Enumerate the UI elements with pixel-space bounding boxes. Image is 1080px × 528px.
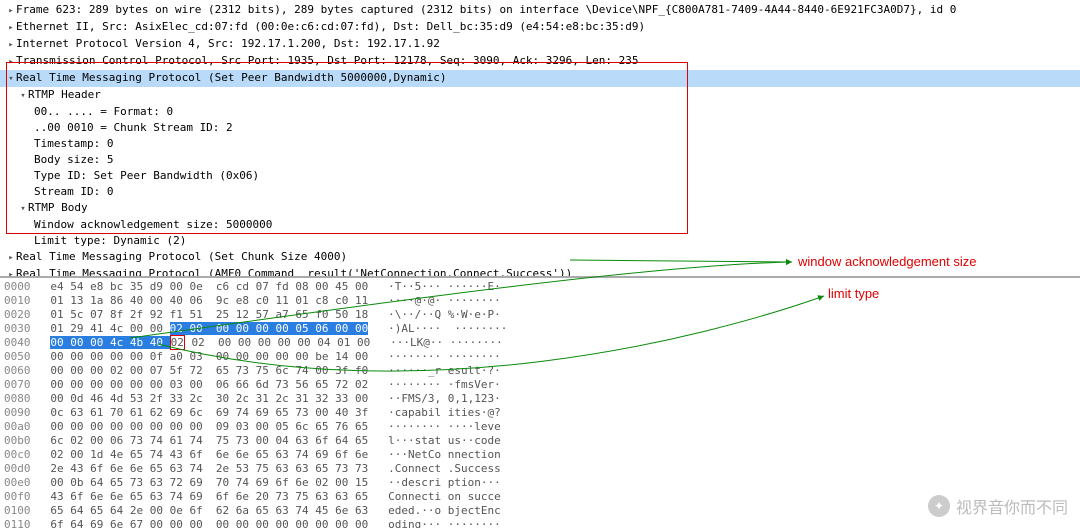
- hex-row[interactable]: 00e0 00 0b 64 65 73 63 72 69 70 74 69 6f…: [4, 476, 1076, 490]
- tree-tcp-text: Transmission Control Protocol, Src Port:…: [16, 54, 639, 67]
- packet-bytes-hex[interactable]: 0000 e4 54 e8 bc 35 d9 00 0e c6 cd 07 fd…: [0, 278, 1080, 528]
- wechat-icon: ✦: [928, 495, 950, 517]
- watermark-text: 视界音你而不同: [956, 494, 1068, 518]
- tree-eth[interactable]: Ethernet II, Src: AsixElec_cd:07:fd (00:…: [0, 19, 1080, 36]
- hex-row[interactable]: 0030 01 29 41 4c 00 00 02 00 00 00 00 00…: [4, 322, 1076, 336]
- annotation-limit-type-label: limit type: [828, 286, 879, 301]
- tree-ip[interactable]: Internet Protocol Version 4, Src: 192.17…: [0, 36, 1080, 53]
- watermark: ✦ 视界音你而不同: [928, 494, 1068, 518]
- tree-chunk-sid[interactable]: ..00 0010 = Chunk Stream ID: 2: [0, 120, 1080, 136]
- hex-row[interactable]: 0000 e4 54 e8 bc 35 d9 00 0e c6 cd 07 fd…: [4, 280, 1076, 294]
- tree-body-size[interactable]: Body size: 5: [0, 152, 1080, 168]
- tree-format[interactable]: 00.. .... = Format: 0: [0, 104, 1080, 120]
- tree-rtmp-peer-bandwidth[interactable]: Real Time Messaging Protocol (Set Peer B…: [0, 70, 1080, 87]
- tree-frame[interactable]: Frame 623: 289 bytes on wire (2312 bits)…: [0, 2, 1080, 19]
- hex-row[interactable]: 0100 65 64 65 64 2e 00 0e 6f 62 6a 65 63…: [4, 504, 1076, 518]
- packet-details-tree[interactable]: Frame 623: 289 bytes on wire (2312 bits)…: [0, 0, 1080, 278]
- tree-timestamp[interactable]: Timestamp: 0: [0, 136, 1080, 152]
- hex-row[interactable]: 00f0 43 6f 6e 6e 65 63 74 69 6f 6e 20 73…: [4, 490, 1076, 504]
- hex-row[interactable]: 00b0 6c 02 00 06 73 74 61 74 75 73 00 04…: [4, 434, 1076, 448]
- hex-row[interactable]: 0090 0c 63 61 70 61 62 69 6c 69 74 69 65…: [4, 406, 1076, 420]
- tree-eth-text: Ethernet II, Src: AsixElec_cd:07:fd (00:…: [16, 20, 645, 33]
- tree-ip-text: Internet Protocol Version 4, Src: 192.17…: [16, 37, 440, 50]
- tree-type-id[interactable]: Type ID: Set Peer Bandwidth (0x06): [0, 168, 1080, 184]
- tree-tcp[interactable]: Transmission Control Protocol, Src Port:…: [0, 53, 1080, 70]
- tree-rtmp1-text: Real Time Messaging Protocol (Set Peer B…: [16, 71, 446, 84]
- tree-window-ack-size[interactable]: Window acknowledgement size: 5000000: [0, 217, 1080, 233]
- tree-rtmp-header-text: RTMP Header: [28, 88, 101, 101]
- tree-rtmp-header[interactable]: RTMP Header: [0, 87, 1080, 104]
- annotation-window-ack-label: window acknowledgement size: [798, 254, 976, 269]
- tree-frame-text: Frame 623: 289 bytes on wire (2312 bits)…: [16, 3, 956, 16]
- hex-row[interactable]: 00a0 00 00 00 00 00 00 00 00 09 03 00 05…: [4, 420, 1076, 434]
- hex-row[interactable]: 0110 6f 64 69 6e 67 00 00 00 00 00 00 00…: [4, 518, 1076, 528]
- hex-row[interactable]: 0070 00 00 00 00 00 00 03 00 06 66 6d 73…: [4, 378, 1076, 392]
- hex-row[interactable]: 0050 00 00 00 00 00 0f a0 03 00 00 00 00…: [4, 350, 1076, 364]
- tree-stream-id[interactable]: Stream ID: 0: [0, 184, 1080, 200]
- hex-row[interactable]: 00c0 02 00 1d 4e 65 74 43 6f 6e 6e 65 63…: [4, 448, 1076, 462]
- tree-rtmp-body[interactable]: RTMP Body: [0, 200, 1080, 217]
- hex-row[interactable]: 0080 00 0d 46 4d 53 2f 33 2c 30 2c 31 2c…: [4, 392, 1076, 406]
- hex-row[interactable]: 0040 00 00 00 4c 4b 40 02 02 00 00 00 00…: [4, 336, 1076, 350]
- tree-rtmp-body-text: RTMP Body: [28, 201, 88, 214]
- hex-row[interactable]: 0020 01 5c 07 8f 2f 92 f1 51 25 12 57 a7…: [4, 308, 1076, 322]
- hex-row[interactable]: 0060 00 00 00 02 00 07 5f 72 65 73 75 6c…: [4, 364, 1076, 378]
- hex-row[interactable]: 0010 01 13 1a 86 40 00 40 06 9c e8 c0 11…: [4, 294, 1076, 308]
- tree-limit-type[interactable]: Limit type: Dynamic (2): [0, 233, 1080, 249]
- hex-row[interactable]: 00d0 2e 43 6f 6e 6e 65 63 74 2e 53 75 63…: [4, 462, 1076, 476]
